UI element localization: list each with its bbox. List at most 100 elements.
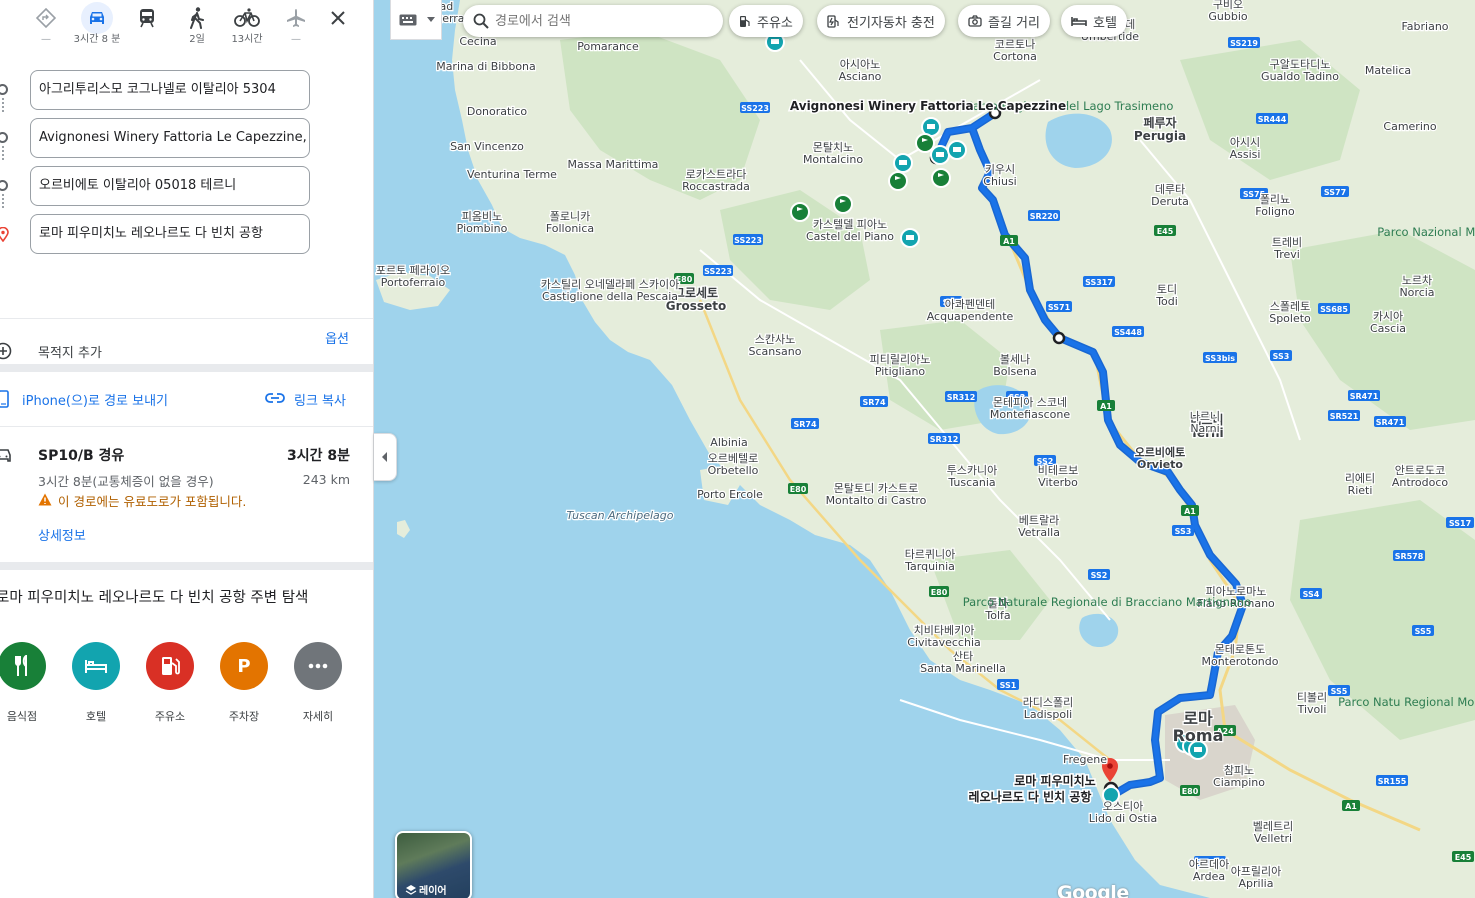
parking-icon: P bbox=[220, 642, 268, 690]
stop-input-origin[interactable]: 아그리투리스모 코그나넬로 이탈리아 5304 bbox=[30, 70, 310, 110]
road-shield: SS2 bbox=[1088, 569, 1110, 580]
place-label: Tolfa bbox=[984, 609, 1010, 622]
route-details-link[interactable]: 상세정보 bbox=[38, 525, 86, 544]
add-destination-button[interactable]: 목적지 추가 bbox=[0, 340, 200, 364]
road-shield: SR521 bbox=[1328, 410, 1360, 421]
park-label: Parco Natu Regional Monti Simbruir bbox=[1338, 695, 1475, 709]
options-button[interactable]: 옵션 bbox=[325, 328, 349, 347]
activity-poi-icon[interactable] bbox=[915, 133, 935, 153]
hotel-poi-icon[interactable] bbox=[900, 228, 920, 248]
search-input[interactable] bbox=[495, 9, 710, 33]
route-option[interactable]: SP10/B 경유 3시간 8분 3시간 8분(교통체증이 없을 경우) 243… bbox=[0, 444, 373, 544]
hotel-poi-icon[interactable] bbox=[930, 145, 950, 165]
road-shield: A1 bbox=[1097, 400, 1115, 411]
place-label: Viterbo bbox=[1038, 476, 1078, 489]
road-shield: A1 bbox=[1000, 235, 1018, 246]
place-label: Chiusi bbox=[983, 175, 1016, 188]
stop-input-waypoint-2[interactable]: 오르비에토 이탈리아 05018 테르니 bbox=[30, 166, 310, 206]
place-label: Velletri bbox=[1254, 832, 1292, 845]
svg-text:E45: E45 bbox=[1455, 853, 1472, 862]
hotel-icon bbox=[72, 642, 120, 690]
place-label: Piombino bbox=[457, 222, 508, 235]
stop-row: 아그리투리스모 코그나넬로 이탈리아 5304 bbox=[0, 70, 373, 110]
svg-text:SS685: SS685 bbox=[1320, 305, 1348, 314]
road-shield: SR312 bbox=[928, 433, 960, 444]
stop-input-destination[interactable]: 로마 피우미치노 레오나르도 다 빈치 공항 bbox=[30, 214, 310, 254]
category-parking[interactable]: P 주차장 bbox=[212, 642, 276, 724]
gas-icon bbox=[146, 642, 194, 690]
place-label: Orvieto bbox=[1137, 458, 1183, 471]
road-shield: SR220 bbox=[1028, 210, 1060, 221]
chip-things-to-do[interactable]: 즐길 거리 bbox=[958, 5, 1050, 37]
chip-hotels[interactable]: 호텔 bbox=[1061, 5, 1127, 37]
chip-gas-stations[interactable]: 주유소 bbox=[729, 5, 803, 37]
input-tools-button[interactable] bbox=[390, 0, 442, 40]
layers-icon bbox=[405, 885, 417, 895]
add-destination-label: 목적지 추가 bbox=[38, 346, 102, 361]
road-shield: SS77 bbox=[1321, 186, 1349, 197]
svg-text:SR471: SR471 bbox=[1376, 418, 1405, 427]
bed-icon bbox=[1071, 16, 1087, 27]
svg-text:SS448: SS448 bbox=[1114, 328, 1142, 337]
activity-poi-icon[interactable] bbox=[790, 202, 810, 222]
place-label-ko: 그로세토 bbox=[674, 285, 718, 300]
link-icon bbox=[265, 393, 285, 403]
mode-bicycle[interactable]: 13시간 bbox=[223, 2, 271, 46]
svg-text:SS4: SS4 bbox=[1303, 590, 1320, 599]
road-shield: SS223 bbox=[733, 234, 763, 245]
svg-text:SS3: SS3 bbox=[1175, 527, 1192, 536]
road-shield: SR471 bbox=[1348, 390, 1380, 401]
chip-label: 즐길 거리 bbox=[988, 15, 1040, 31]
chip-ev-charging[interactable]: 전기자동차 충전 bbox=[817, 5, 945, 37]
place-label: San Vincenzo bbox=[450, 140, 524, 153]
close-icon bbox=[331, 11, 345, 25]
mode-best[interactable]: — bbox=[22, 2, 70, 46]
route-search-box[interactable] bbox=[463, 5, 723, 37]
activity-poi-icon[interactable] bbox=[833, 194, 853, 214]
close-directions-button[interactable] bbox=[322, 2, 354, 34]
stop-input-waypoint-1[interactable]: Avignonesi Winery Fattoria Le Capezzine,… bbox=[30, 118, 310, 158]
activity-poi-icon[interactable] bbox=[888, 171, 908, 191]
place-label: Foligno bbox=[1255, 205, 1295, 218]
layers-button[interactable]: 레이어 bbox=[395, 831, 472, 898]
activity-poi-icon[interactable] bbox=[931, 168, 951, 188]
category-gas[interactable]: 주유소 bbox=[138, 642, 202, 724]
svg-text:SS2: SS2 bbox=[1091, 571, 1108, 580]
svg-text:SS317: SS317 bbox=[1085, 278, 1113, 287]
mode-transit[interactable] bbox=[123, 2, 171, 34]
category-more[interactable]: 자세히 bbox=[286, 642, 350, 724]
road-shield: SS3 bbox=[1172, 525, 1194, 536]
place-label: Albinia bbox=[710, 436, 747, 449]
copy-link-button[interactable]: 링크 복사 bbox=[294, 390, 346, 409]
category-label: 주유소 bbox=[154, 710, 186, 723]
keyboard-icon bbox=[399, 14, 417, 25]
send-to-phone-link[interactable]: iPhone(으)로 경로 보내기 bbox=[22, 390, 168, 409]
svg-text:SS1: SS1 bbox=[1000, 681, 1017, 690]
share-row: iPhone(으)로 경로 보내기 링크 복사 bbox=[0, 388, 373, 412]
category-hotels[interactable]: 호텔 bbox=[64, 642, 128, 724]
hotel-poi-icon[interactable] bbox=[893, 153, 913, 173]
walk-icon bbox=[181, 2, 213, 34]
category-label: 호텔 bbox=[85, 710, 107, 723]
route-duration: 3시간 8분 bbox=[287, 448, 350, 464]
road-shield: E80 bbox=[788, 483, 808, 494]
gas-icon bbox=[739, 15, 751, 28]
section-divider bbox=[0, 364, 373, 372]
stop-row: 오르비에토 이탈리아 05018 테르니 bbox=[0, 166, 373, 206]
mode-walk[interactable]: 2일 bbox=[173, 2, 221, 46]
road-shield: E80 bbox=[1180, 785, 1200, 796]
svg-text:E80: E80 bbox=[790, 485, 807, 494]
waypoint-marker[interactable] bbox=[1052, 331, 1066, 345]
map-svg: SS223 SS223 SS223 E80 A1 A1 A1 A1 SR220 … bbox=[374, 0, 1475, 898]
map-canvas[interactable]: SS223 SS223 SS223 E80 A1 A1 A1 A1 SR220 … bbox=[374, 0, 1475, 898]
svg-text:SS77: SS77 bbox=[1324, 188, 1346, 197]
place-label: Fabriano bbox=[1401, 20, 1448, 33]
mode-flight[interactable]: — bbox=[272, 2, 320, 46]
place-label: Castiglione della Pescaia bbox=[542, 290, 678, 303]
mode-car[interactable]: 3시간 8 분 bbox=[73, 2, 121, 46]
svg-text:SS3: SS3 bbox=[1273, 352, 1290, 361]
collapse-panel-button[interactable] bbox=[374, 433, 397, 481]
section-divider bbox=[0, 562, 373, 570]
hotel-poi-icon[interactable] bbox=[947, 140, 967, 160]
category-restaurants[interactable]: 음식점 bbox=[0, 642, 54, 724]
